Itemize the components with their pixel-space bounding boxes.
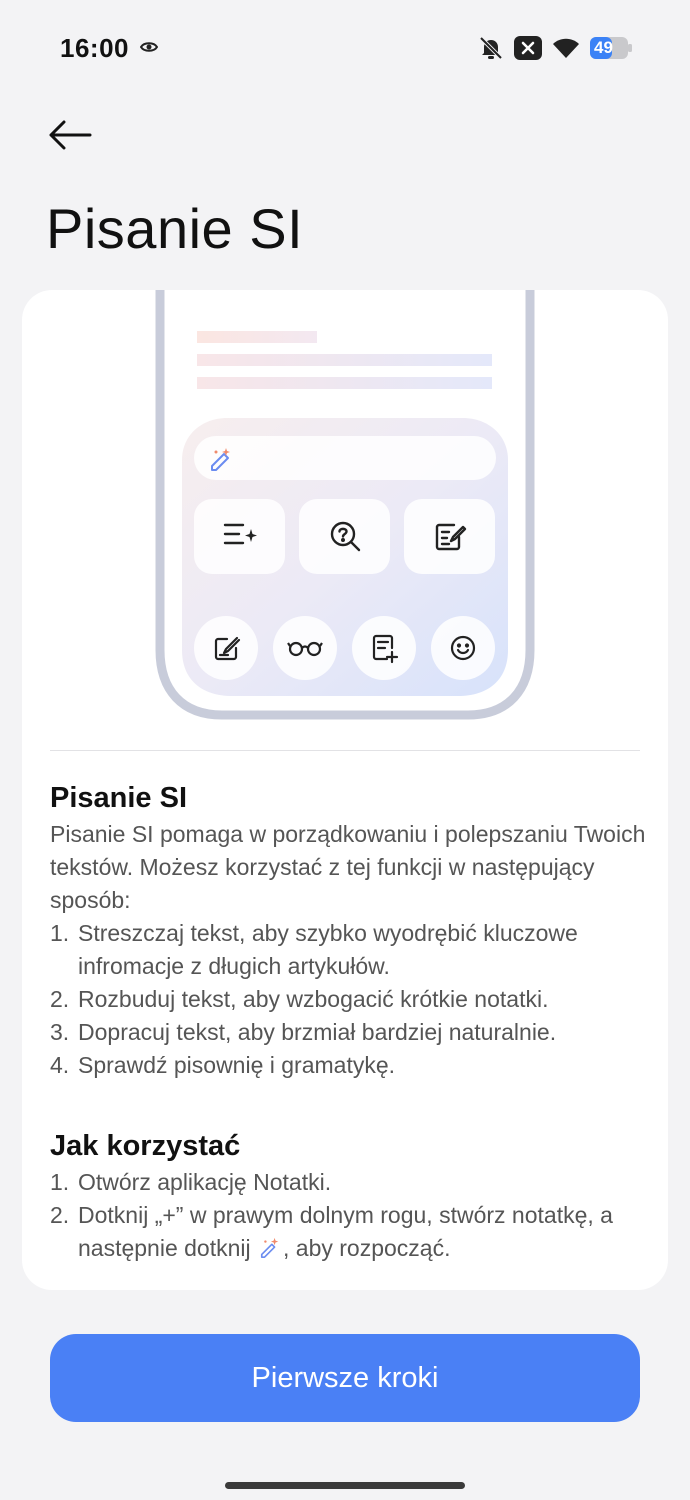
list-item: 3. Dopracuj tekst, aby brzmiał bardziej n… [50, 1019, 557, 1045]
list-item: 4. Sprawdź pisownię i gramatykę. [50, 1052, 396, 1078]
bell-off-icon [479, 36, 503, 60]
arrow-left-icon [49, 120, 92, 150]
magic-pen-icon [260, 1237, 279, 1258]
close-badge-icon [514, 36, 542, 60]
list-item: 2. Dotknij „+” w prawym dolnym rogu, stwó… [50, 1202, 613, 1261]
get-started-button[interactable]: Pierwsze kroki [50, 1334, 640, 1422]
how-to-section: Jak korzystać 1. Otwórz aplikację Notatki… [50, 1130, 650, 1265]
info-card: Pisanie SI Pisanie SI pomaga w porządkow… [22, 290, 668, 1290]
list-item: 1. Streszczaj tekst, aby szybko wyodrębić… [50, 920, 578, 979]
about-section: Pisanie SI Pisanie SI pomaga w porządkow… [50, 782, 650, 1082]
back-button[interactable] [40, 110, 100, 160]
eye-icon [140, 42, 158, 52]
how-to-list: 1. Otwórz aplikację Notatki. 2. Dotknij „+… [50, 1166, 650, 1265]
list-item: 2. Rozbuduj tekst, aby wzbogacić krótkie … [50, 986, 549, 1012]
about-list: 1. Streszczaj tekst, aby szybko wyodrębić… [50, 917, 650, 1082]
home-indicator[interactable] [225, 1482, 465, 1489]
wifi-icon [553, 38, 579, 58]
list-item: 1. Otwórz aplikację Notatki. [50, 1169, 332, 1195]
status-icons: 49 [478, 34, 632, 62]
divider [50, 750, 640, 751]
how-to-heading: Jak korzystać [50, 1130, 241, 1162]
battery-level: 49 [594, 38, 613, 57]
battery-icon: 49 [590, 37, 632, 59]
status-time: 16:00 [60, 33, 129, 63]
about-heading: Pisanie SI [50, 782, 188, 814]
status-bar: 16:00 49 [0, 0, 690, 96]
about-intro: Pisanie SI pomaga w porządkowaniu i pole… [50, 821, 646, 913]
page-title: Pisanie SI [46, 197, 304, 260]
feature-illustration [155, 290, 535, 720]
